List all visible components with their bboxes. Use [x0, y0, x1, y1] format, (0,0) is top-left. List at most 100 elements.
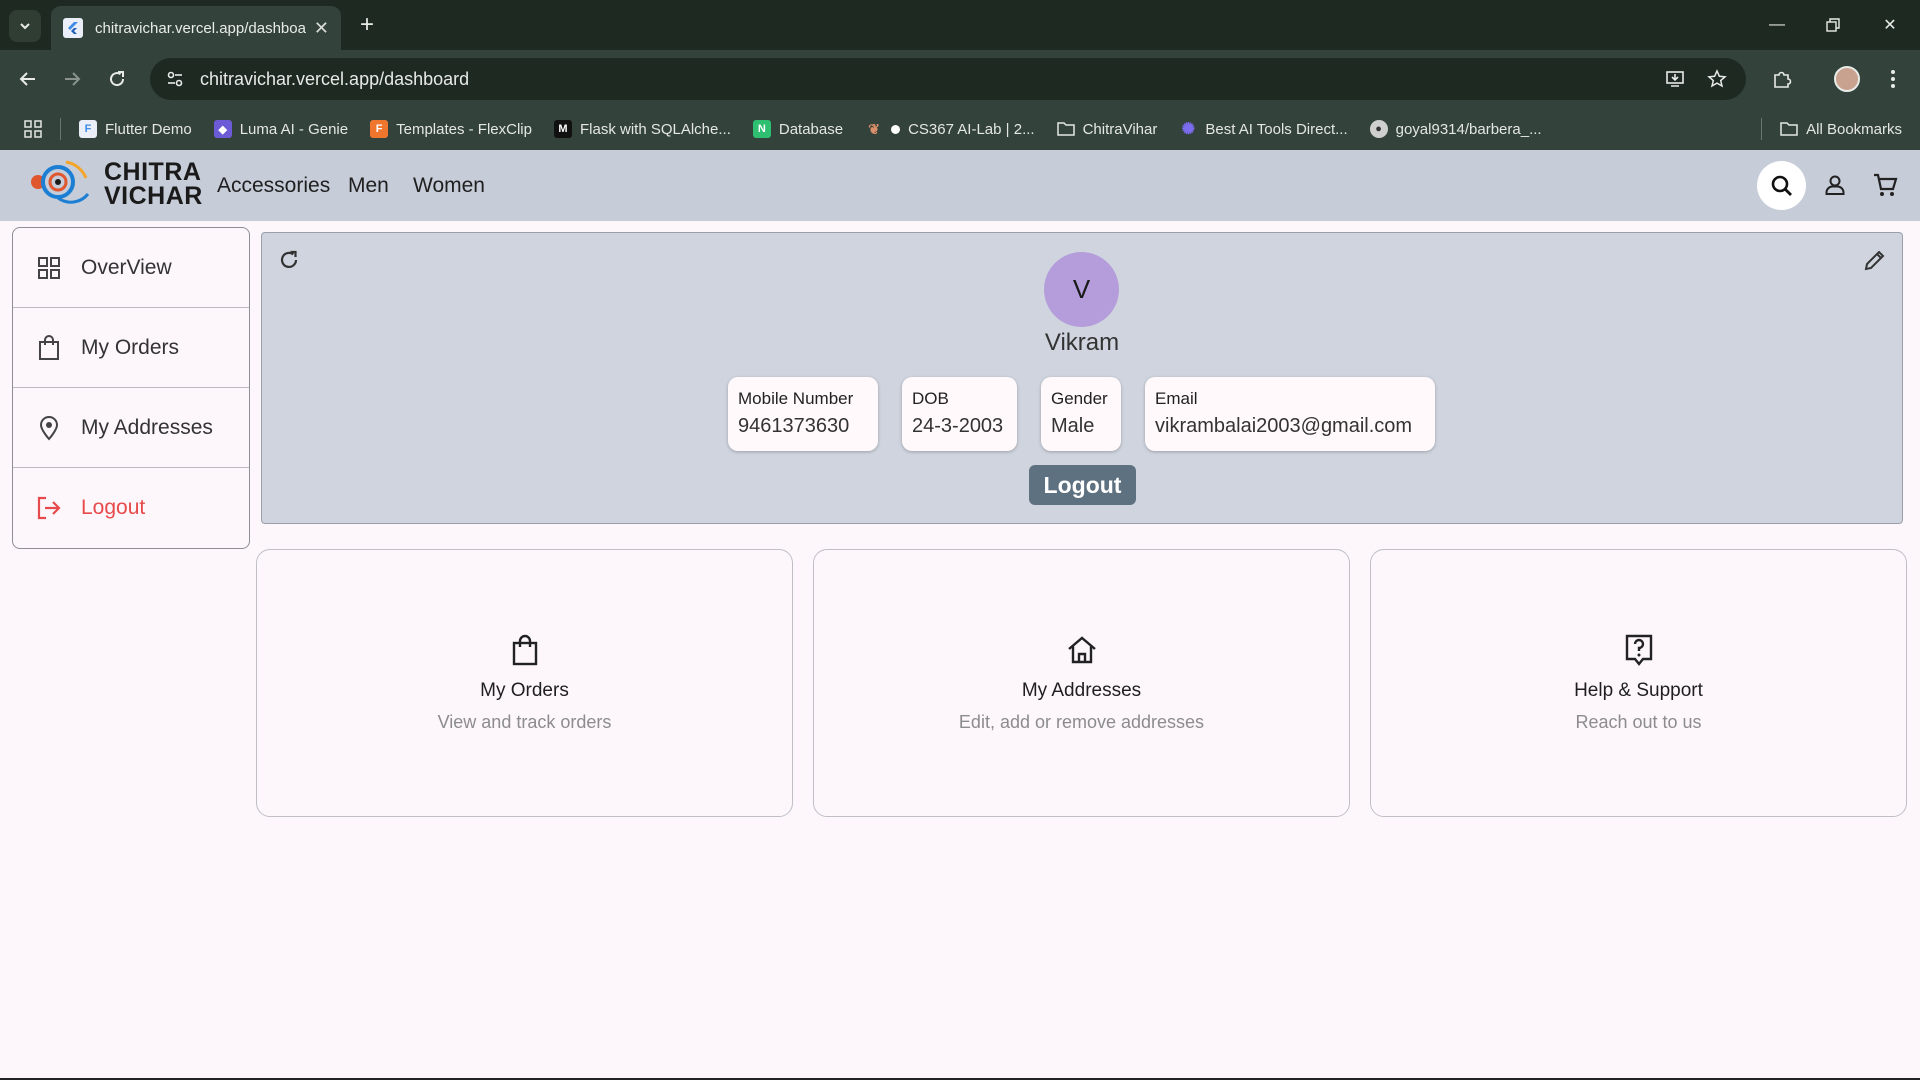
bookmark-flexclip[interactable]: F Templates - FlexClip [370, 120, 532, 138]
mobile-number-card: Mobile Number 9461373630 [728, 377, 878, 451]
sidebar-item-label: My Addresses [81, 415, 213, 439]
close-window-icon[interactable]: ✕ [1875, 12, 1905, 38]
sidebar-item-logout[interactable]: Logout [13, 468, 249, 548]
dob-card: DOB 24-3-2003 [902, 377, 1017, 451]
bookmark-best-ai-tools[interactable]: ✺ Best AI Tools Direct... [1179, 120, 1348, 139]
my-orders-card[interactable]: My Orders View and track orders [256, 549, 793, 817]
sidebar-item-label: OverView [81, 255, 172, 279]
search-button[interactable] [1757, 161, 1806, 210]
extensions-puzzle-icon[interactable] [1767, 64, 1797, 94]
info-label: Mobile Number [738, 389, 854, 408]
bookmark-cs367[interactable]: ❦ CS367 AI-Lab | 2... [865, 120, 1034, 138]
back-arrow-icon[interactable] [13, 64, 43, 94]
info-value: vikrambalai2003@gmail.com [1155, 415, 1413, 437]
github-icon: ● [1369, 120, 1388, 138]
info-value: 24-3-2003 [912, 415, 1004, 437]
address-bar[interactable]: chitravichar.vercel.app/dashboard [150, 58, 1746, 100]
cart-icon[interactable] [1870, 170, 1900, 200]
email-card: Email vikrambalai2003@gmail.com [1145, 377, 1435, 451]
grid-icon [35, 254, 63, 282]
tab-close-icon[interactable]: ✕ [314, 18, 329, 39]
new-tab-button[interactable]: + [352, 10, 382, 40]
flutter-favicon-icon [63, 18, 83, 38]
bag-icon [257, 632, 792, 668]
nav-women[interactable]: Women [413, 174, 485, 198]
card-subtitle: Reach out to us [1575, 712, 1702, 732]
account-icon[interactable] [1820, 170, 1850, 200]
info-value: 9461373630 [738, 415, 850, 437]
chevron-down-icon [20, 23, 30, 30]
user-name: Vikram [1044, 329, 1120, 356]
gear-icon: ✺ [1181, 121, 1196, 138]
sidebar-item-label: Logout [81, 496, 146, 519]
forward-arrow-icon[interactable] [57, 64, 87, 94]
sidebar-item-label: My Orders [81, 335, 180, 359]
apps-grid-icon[interactable] [22, 118, 44, 140]
tab-title: chitravichar.vercel.app/dashboa [95, 19, 306, 37]
nav-accessories[interactable]: Accessories [217, 174, 330, 198]
bookmark-star-icon[interactable] [1696, 58, 1738, 100]
browser-toolbar: chitravichar.vercel.app/dashboard [0, 50, 1920, 108]
profile-card: V Vikram Mobile Number 9461373630 DOB 24… [261, 232, 1903, 524]
logout-button[interactable]: Logout [1029, 465, 1136, 505]
url-text: chitravichar.vercel.app/dashboard [200, 68, 470, 89]
database-icon: N [752, 120, 771, 138]
info-value: Male [1051, 415, 1095, 437]
more-menu-icon[interactable] [1878, 64, 1908, 94]
folder-icon [1056, 120, 1075, 138]
butterfly-icon: ❦ [868, 120, 880, 137]
reload-icon[interactable] [102, 64, 132, 94]
location-pin-icon [35, 414, 63, 442]
sidebar-item-my-orders[interactable]: My Orders [13, 308, 249, 388]
bookmark-github[interactable]: ● goyal9314/barbera_... [1369, 120, 1542, 138]
browser-tab-bar: chitravichar.vercel.app/dashboa ✕ + — ✕ [0, 0, 1920, 50]
edit-pencil-icon[interactable] [1860, 245, 1890, 275]
avatar: V [1044, 252, 1119, 327]
refresh-icon[interactable] [274, 245, 304, 275]
minimize-icon[interactable]: — [1762, 12, 1792, 38]
bookmark-luma-ai[interactable]: ◆ Luma AI - Genie [213, 120, 348, 138]
logo-text: CHITRA VICHAR [104, 158, 203, 210]
medium-icon: M [553, 120, 572, 138]
all-bookmarks-button[interactable]: All Bookmarks [1761, 108, 1902, 150]
chitra-vichar-logo[interactable]: CHITRA VICHAR [28, 158, 202, 214]
app-header: CHITRA VICHAR Accessories Men Women [0, 150, 1920, 221]
install-app-icon[interactable] [1654, 58, 1696, 100]
help-support-card[interactable]: Help & Support Reach out to us [1370, 549, 1907, 817]
profile-avatar[interactable] [1832, 64, 1862, 94]
gender-card: Gender Male [1041, 377, 1121, 451]
bookmark-flask[interactable]: M Flask with SQLAlche... [553, 120, 731, 138]
card-title: My Addresses [1021, 680, 1142, 701]
help-icon [1371, 632, 1906, 668]
nav-men[interactable]: Men [348, 174, 389, 198]
bookmark-database[interactable]: N Database [752, 120, 843, 138]
flexclip-icon: F [370, 120, 389, 138]
dot-icon [891, 124, 901, 134]
bookmarks-bar: F Flutter Demo ◆ Luma AI - Genie F Template… [0, 108, 1920, 150]
info-label: Gender [1051, 389, 1108, 408]
bag-icon [35, 334, 63, 362]
tab-search-button[interactable] [9, 10, 41, 42]
folder-icon [1780, 122, 1798, 136]
card-subtitle: View and track orders [437, 712, 612, 732]
card-subtitle: Edit, add or remove addresses [958, 712, 1205, 732]
logo-mark-icon [31, 160, 90, 204]
card-title: My Orders [480, 680, 569, 701]
info-label: Email [1155, 389, 1198, 408]
active-tab[interactable]: chitravichar.vercel.app/dashboa ✕ [51, 6, 341, 50]
card-title: Help & Support [1574, 680, 1703, 701]
restore-icon[interactable] [1818, 12, 1848, 38]
luma-icon: ◆ [213, 120, 232, 138]
search-icon [1771, 175, 1792, 196]
logout-icon [35, 494, 63, 522]
site-info-icon[interactable] [164, 68, 186, 90]
sidebar-item-overview[interactable]: OverView [13, 228, 249, 308]
flutter-icon: F [79, 120, 97, 138]
my-addresses-card[interactable]: My Addresses Edit, add or remove address… [813, 549, 1350, 817]
sidebar-item-my-addresses[interactable]: My Addresses [13, 388, 249, 468]
bookmark-flutter-demo[interactable]: F Flutter Demo [79, 120, 192, 138]
home-icon [814, 632, 1349, 668]
info-label: DOB [912, 389, 949, 408]
dashboard-sidebar: OverView My Orders My Addresses Logout [12, 227, 250, 549]
bookmark-chitravihar[interactable]: ChitraVihar [1056, 120, 1157, 138]
